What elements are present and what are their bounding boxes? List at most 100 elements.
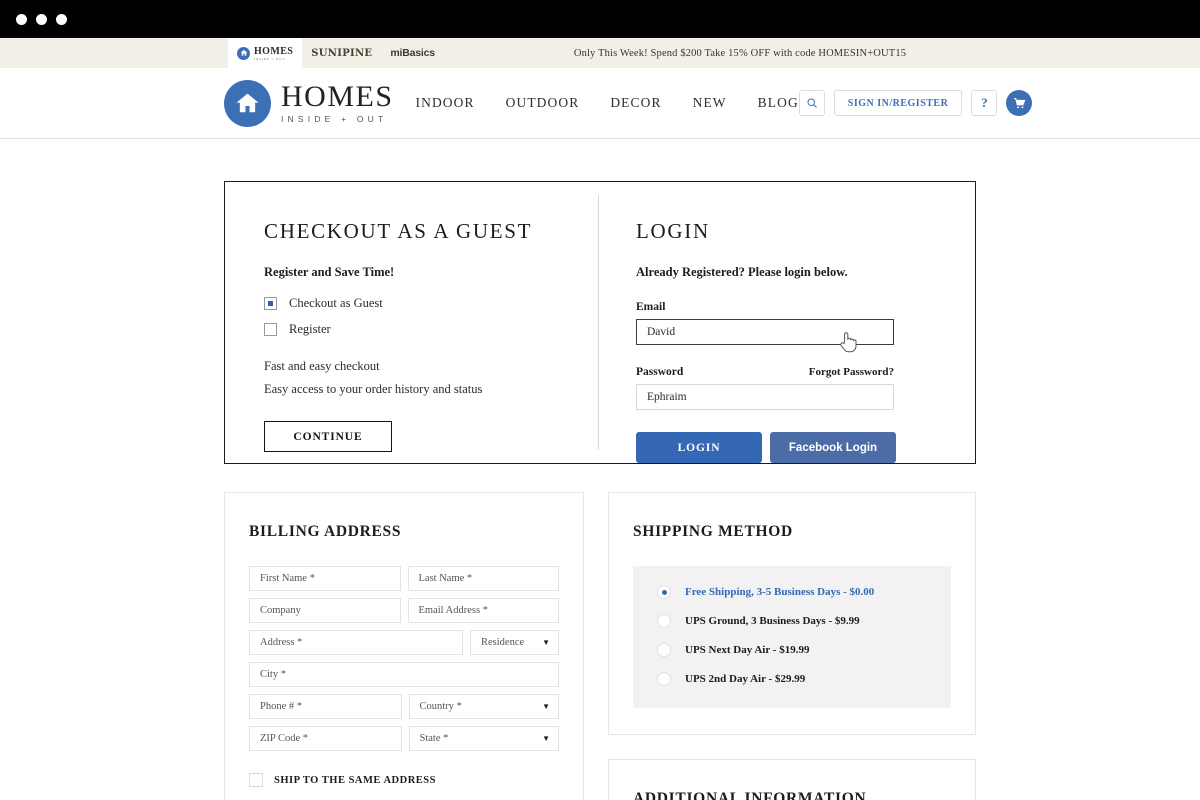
header-actions: SIGN IN/REGISTER ? (798, 90, 1033, 116)
billing-row-company: Company Email Address * (249, 598, 559, 623)
house-logo-icon (224, 79, 271, 127)
checkout-as-guest-option[interactable]: Checkout as Guest (264, 296, 599, 311)
shipping-option-ups-ground-label: UPS Ground, 3 Business Days - $9.99 (685, 615, 860, 627)
site-header: HOMES INSIDE + OUT INDOOR OUTDOOR DECOR … (0, 68, 1200, 139)
residence-select[interactable]: Residence ▼ (470, 630, 559, 655)
nav-item-decor[interactable]: DECOR (610, 95, 661, 111)
page-content: CHECKOUT AS A GUEST Register and Save Ti… (0, 181, 1200, 800)
shipping-radio-ups-2nd-day[interactable] (657, 672, 671, 686)
shipping-option-ups-2nd-day-label: UPS 2nd Day Air - $29.99 (685, 673, 806, 685)
forgot-password-link[interactable]: Forgot Password? (809, 366, 894, 378)
shipping-radio-free[interactable] (657, 585, 671, 599)
site-logo-text: HOMES INSIDE + OUT (281, 82, 394, 124)
facebook-login-button[interactable]: Facebook Login (770, 432, 896, 463)
guest-feature-2: Easy access to your order history and st… (264, 382, 483, 396)
checkout-details-row: BILLING ADDRESS First Name * Last Name *… (224, 492, 976, 800)
checkout-as-guest-checkbox[interactable] (264, 297, 277, 310)
additional-information-title: ADDITIONAL INFORMATION (633, 790, 867, 800)
chevron-down-icon: ▼ (542, 734, 550, 743)
shopping-cart-icon (1013, 97, 1026, 108)
sign-in-register-button[interactable]: SIGN IN/REGISTER (833, 90, 963, 116)
search-icon (807, 98, 817, 108)
login-panel-subtitle: Already Registered? Please login below. (636, 265, 848, 279)
site-logo-subtitle: INSIDE + OUT (281, 114, 388, 125)
email-label: Email (636, 301, 666, 313)
guest-checkout-column: CHECKOUT AS A GUEST Register and Save Ti… (225, 182, 599, 463)
site-logo[interactable]: HOMES INSIDE + OUT (224, 79, 394, 127)
window-close-dot[interactable] (16, 13, 27, 25)
company-input[interactable]: Company (249, 598, 401, 623)
residence-select-value: Residence (481, 637, 525, 648)
country-select-value: Country * (419, 701, 462, 712)
shipping-option-ups-ground[interactable]: UPS Ground, 3 Business Days - $9.99 (657, 614, 927, 628)
login-panel-title: LOGIN (636, 219, 710, 243)
shipping-option-ups-next-day[interactable]: UPS Next Day Air - $19.99 (657, 643, 927, 657)
billing-row-address: Address * Residence ▼ (249, 630, 559, 655)
brand-bar: HOMES INSIDE + OUT SUNIPINE miBasics Onl… (0, 38, 1200, 68)
right-column: SHIPPING METHOD Free Shipping, 3-5 Busin… (608, 492, 976, 800)
guest-panel-subtitle: Register and Save Time! (264, 265, 395, 279)
address-input[interactable]: Address * (249, 630, 463, 655)
ship-to-same-address-checkbox[interactable] (249, 773, 263, 787)
register-checkbox[interactable] (264, 323, 277, 336)
checkout-as-guest-label: Checkout as Guest (289, 296, 383, 310)
shipping-option-ups-2nd-day[interactable]: UPS 2nd Day Air - $29.99 (657, 672, 927, 686)
nav-item-outdoor[interactable]: OUTDOOR (506, 95, 580, 111)
chevron-down-icon: ▼ (542, 638, 550, 647)
guest-feature-1: Fast and easy checkout (264, 359, 380, 373)
nav-item-blog[interactable]: BLOG (758, 95, 799, 111)
state-select-value: State * (419, 733, 449, 744)
shipping-options-list: Free Shipping, 3-5 Business Days - $0.00… (633, 566, 951, 708)
billing-row-name: First Name * Last Name * (249, 566, 559, 591)
zip-code-input[interactable]: ZIP Code * (249, 726, 402, 751)
password-label-row: Password Forgot Password? (636, 345, 894, 384)
billing-address-card: BILLING ADDRESS First Name * Last Name *… (224, 492, 584, 800)
help-button[interactable]: ? (971, 90, 998, 116)
main-navigation: INDOOR OUTDOOR DECOR NEW BLOG (416, 95, 799, 111)
billing-address-form: First Name * Last Name * Company Email A… (249, 566, 559, 751)
window-maximize-dot[interactable] (56, 13, 67, 25)
password-label: Password (636, 366, 684, 378)
email-address-input[interactable]: Email Address * (407, 598, 559, 623)
ship-to-same-address-label: SHIP TO THE SAME ADDRESS (274, 774, 436, 786)
billing-address-title: BILLING ADDRESS (249, 523, 402, 540)
shipping-radio-ups-ground[interactable] (657, 614, 671, 628)
shipping-method-title: SHIPPING METHOD (633, 523, 793, 540)
radio-selected-indicator (661, 589, 667, 595)
additional-information-card: ADDITIONAL INFORMATION Comment... (608, 759, 976, 800)
checkout-login-panel: CHECKOUT AS A GUEST Register and Save Ti… (224, 181, 976, 464)
checkbox-checked-indicator (268, 301, 273, 306)
chevron-down-icon: ▼ (542, 702, 550, 711)
shipping-method-card: SHIPPING METHOD Free Shipping, 3-5 Busin… (608, 492, 976, 735)
nav-item-indoor[interactable]: INDOOR (416, 95, 475, 111)
billing-row-city: City * (249, 662, 559, 687)
phone-input[interactable]: Phone # * (249, 694, 402, 719)
search-button[interactable] (798, 90, 825, 116)
nav-item-new[interactable]: NEW (693, 95, 727, 111)
ship-to-same-address-row[interactable]: SHIP TO THE SAME ADDRESS (249, 773, 559, 787)
login-button[interactable]: LOGIN (636, 432, 762, 463)
cart-button[interactable] (1006, 90, 1033, 116)
last-name-input[interactable]: Last Name * (407, 566, 559, 591)
billing-row-phone-country: Phone # * Country * ▼ (249, 694, 559, 719)
register-option[interactable]: Register (264, 322, 599, 337)
shipping-option-ups-next-day-label: UPS Next Day Air - $19.99 (685, 644, 810, 656)
login-column: LOGIN Already Registered? Please login b… (599, 182, 975, 463)
login-buttons: LOGIN Facebook Login (636, 432, 975, 463)
state-select[interactable]: State * ▼ (408, 726, 559, 751)
continue-button[interactable]: CONTINUE (264, 421, 392, 452)
browser-window: HOMES INSIDE + OUT SUNIPINE miBasics Onl… (0, 0, 1200, 800)
city-input[interactable]: City * (249, 662, 559, 687)
billing-row-zip-state: ZIP Code * State * ▼ (249, 726, 559, 751)
password-input[interactable]: Ephraim (636, 384, 894, 410)
country-select[interactable]: Country * ▼ (408, 694, 559, 719)
email-input[interactable]: David (636, 319, 894, 345)
promo-banner-text: Only This Week! Spend $200 Take 15% OFF … (573, 47, 907, 59)
shipping-option-free[interactable]: Free Shipping, 3-5 Business Days - $0.00 (657, 585, 927, 599)
guest-panel-title: CHECKOUT AS A GUEST (264, 219, 533, 243)
shipping-radio-ups-next-day[interactable] (657, 643, 671, 657)
first-name-input[interactable]: First Name * (249, 566, 401, 591)
register-label: Register (289, 322, 331, 336)
browser-chrome (0, 0, 1200, 38)
window-minimize-dot[interactable] (36, 13, 47, 25)
